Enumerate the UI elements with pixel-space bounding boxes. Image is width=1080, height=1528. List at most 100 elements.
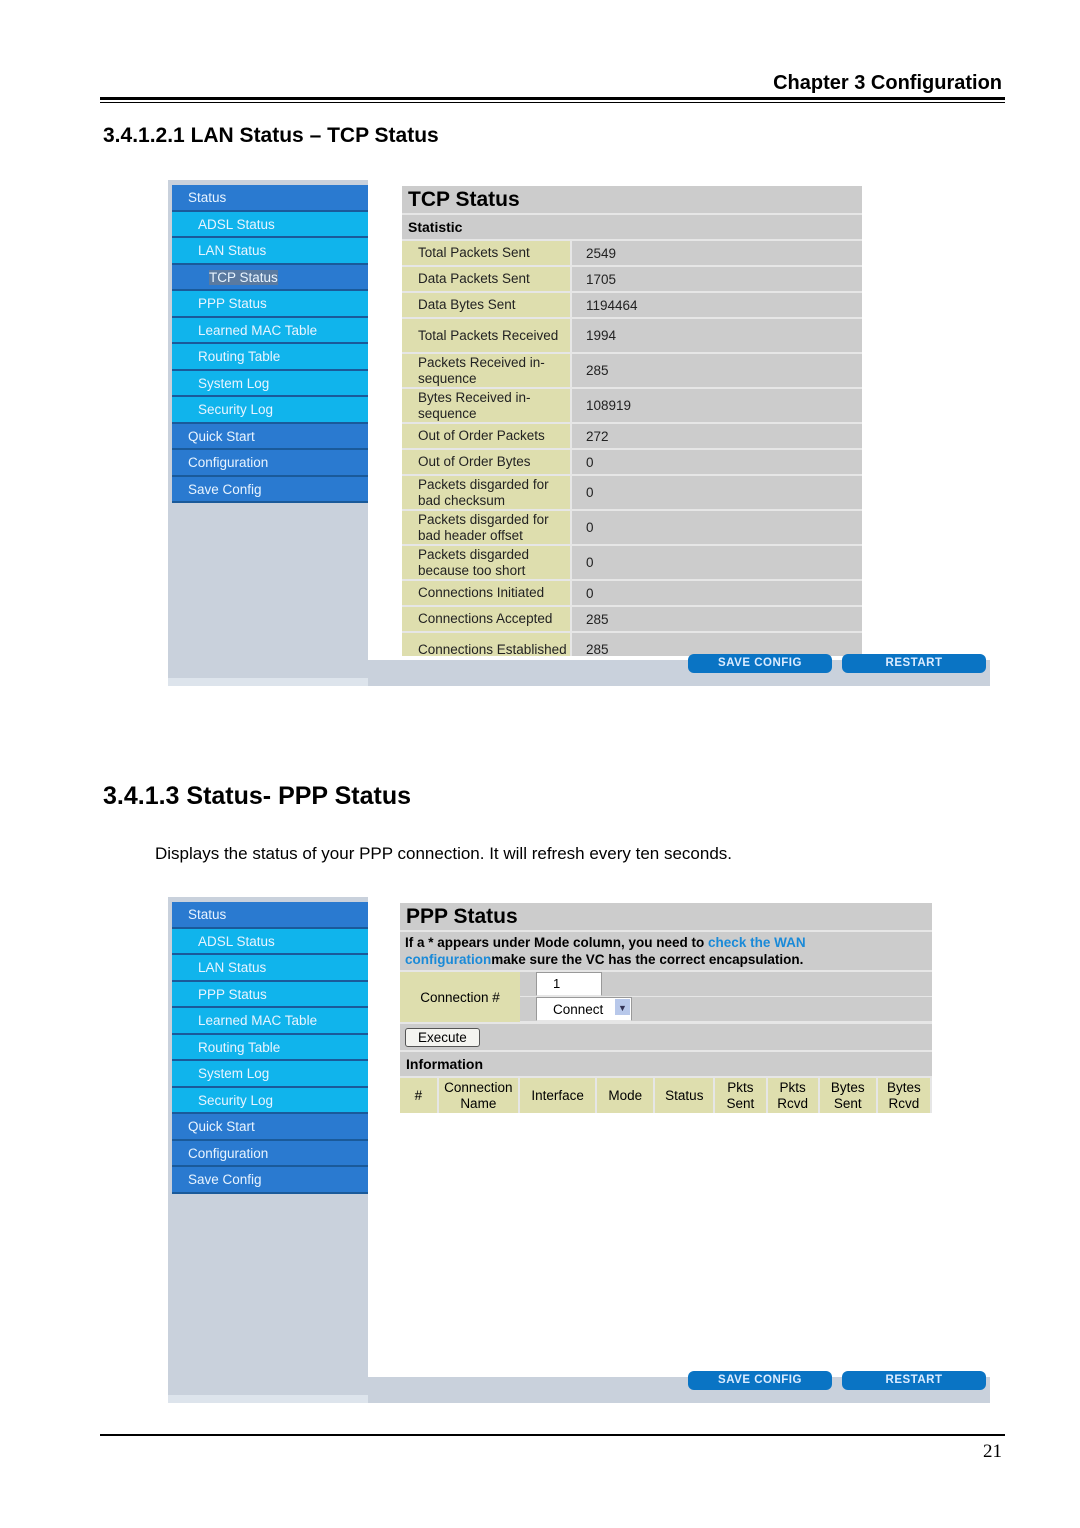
footer-rule <box>100 1434 1005 1436</box>
document-page: Chapter 3 Configuration 3.4.1.2.1 LAN St… <box>0 0 1080 1528</box>
stat-row: Data Packets Sent 1705 <box>402 267 862 293</box>
header-rule <box>100 97 1005 100</box>
save-config-button[interactable]: SAVE CONFIG <box>688 654 832 673</box>
stat-row: Data Bytes Sent 1194464 <box>402 293 862 319</box>
sidebar-item-label: Quick Start <box>188 428 255 444</box>
sidebar-item-label: LAN Status <box>198 960 267 975</box>
stat-label: Total Packets Sent <box>402 241 572 265</box>
stat-label: Connections Established <box>402 633 572 656</box>
sidebar-item-label: ADSL Status <box>198 216 275 232</box>
sidebar-item-security-log[interactable]: Security Log <box>172 397 368 424</box>
sidebar-item-label: Quick Start <box>188 1119 255 1134</box>
sidebar-item-ppp-status[interactable]: PPP Status <box>172 291 368 318</box>
sidebar-item-status[interactable]: Status <box>172 902 368 929</box>
information-table-header: # Connection Name Interface Mode Status Pkts … <box>400 1078 932 1113</box>
sidebar-item-save-config[interactable]: Save Config <box>172 1167 368 1194</box>
connection-number-input[interactable]: 1 <box>536 972 602 996</box>
section-title-tcp: 3.4.1.2.1 LAN Status – TCP Status <box>103 124 439 147</box>
sidebar-item-configuration[interactable]: Configuration <box>172 1140 368 1167</box>
restart-button[interactable]: RESTART <box>842 1371 986 1390</box>
column-header: Connection Name <box>439 1078 520 1113</box>
save-config-button[interactable]: SAVE CONFIG <box>688 1371 832 1390</box>
sidebar-item-adsl-status[interactable]: ADSL Status <box>172 211 368 238</box>
column-header: Pkts Sent <box>715 1078 768 1113</box>
stat-label: Out of Order Packets <box>402 424 572 448</box>
sidebar-item-tcp-status[interactable]: TCP Status <box>172 264 368 291</box>
execute-button[interactable]: Execute <box>405 1027 480 1047</box>
stat-row: Out of Order Bytes 0 <box>402 450 862 476</box>
stat-row: Connections Initiated 0 <box>402 581 862 607</box>
stat-value: 0 <box>586 454 594 470</box>
sidebar-item-lan-status[interactable]: LAN Status <box>172 238 368 265</box>
stat-row: Total Packets Sent 2549 <box>402 241 862 267</box>
statistic-heading: Statistic <box>402 215 862 241</box>
connection-row: Connection # 1 Connect ▼ <box>400 972 932 1024</box>
sidebar-item-label: LAN Status <box>198 243 267 258</box>
stat-row: Connections Established 285 <box>402 633 862 656</box>
sidebar-item-adsl-status[interactable]: ADSL Status <box>172 928 368 955</box>
sidebar-item-save-config[interactable]: Save Config <box>172 476 368 503</box>
sidebar-item-label: Status <box>188 190 227 205</box>
sidebar-item-learned-mac-table[interactable]: Learned MAC Table <box>172 317 368 344</box>
chapter-header: Chapter 3 Configuration <box>773 72 1002 94</box>
sidebar-item-label: Routing Table <box>198 349 281 364</box>
information-heading: Information <box>400 1052 932 1078</box>
stat-value: 1194464 <box>586 297 638 313</box>
stat-label: Packets Received in-sequence <box>402 354 572 387</box>
sidebar-item-learned-mac-table[interactable]: Learned MAC Table <box>172 1008 368 1035</box>
sidebar-item-quick-start[interactable]: Quick Start <box>172 423 368 450</box>
sidebar-item-label: Learned MAC Table <box>198 1013 318 1028</box>
sidebar: Status ADSL Status LAN Status PPP Status Lea… <box>168 897 368 1403</box>
chevron-down-icon[interactable]: ▼ <box>615 999 630 1015</box>
sidebar-item-system-log[interactable]: System Log <box>172 370 368 397</box>
sidebar-item-label: Security Log <box>198 402 274 417</box>
stat-row: Packets Received in-sequence 285 <box>402 354 862 389</box>
sidebar-item-lan-status[interactable]: LAN Status <box>172 955 368 982</box>
stat-value: 0 <box>586 520 594 535</box>
horizontal-scrollbar[interactable] <box>168 1395 368 1403</box>
sidebar-nav: Status ADSL Status LAN Status PPP Status Lea… <box>172 902 368 1194</box>
column-header: # <box>400 1078 439 1113</box>
sidebar-item-security-log[interactable]: Security Log <box>172 1087 368 1114</box>
horizontal-scrollbar[interactable] <box>168 678 368 686</box>
sidebar-item-configuration[interactable]: Configuration <box>172 450 368 477</box>
action-bar: SAVE CONFIG RESTART <box>368 654 990 686</box>
note-text-end: make sure the VC has the correct encapsu… <box>491 952 804 967</box>
sidebar-item-label: ADSL Status <box>198 933 275 949</box>
column-header: Bytes Sent <box>820 1078 878 1113</box>
stat-label: Data Bytes Sent <box>402 293 572 317</box>
sidebar-item-label: System Log <box>198 375 270 391</box>
tcp-status-screenshot: Status ADSL Status LAN Status TCP Status PPP… <box>168 180 990 686</box>
ppp-status-screenshot: Status ADSL Status LAN Status PPP Status Lea… <box>168 897 990 1403</box>
sidebar-item-ppp-status[interactable]: PPP Status <box>172 981 368 1008</box>
stat-row: Packets disgarded because too short 0 <box>402 546 862 581</box>
stat-row: Bytes Received in-sequence 108919 <box>402 389 862 424</box>
stat-label: Packets disgarded because too short <box>402 546 572 579</box>
column-header: Bytes Rcvd <box>878 1078 932 1113</box>
stat-label: Bytes Received in-sequence <box>402 389 572 422</box>
restart-button[interactable]: RESTART <box>842 654 986 673</box>
sidebar-item-routing-table[interactable]: Routing Table <box>172 344 368 371</box>
action-select-value: Connect <box>553 1001 604 1017</box>
sidebar-item-quick-start[interactable]: Quick Start <box>172 1114 368 1141</box>
stat-value: 285 <box>586 611 609 627</box>
stat-label: Out of Order Bytes <box>402 450 572 474</box>
header-rule-thin <box>100 102 1005 103</box>
stat-row: Packets disgarded for bad checksum 0 <box>402 476 862 511</box>
stat-label: Connections Accepted <box>402 607 572 631</box>
stat-value: 2549 <box>586 245 617 261</box>
stat-row: Connections Accepted 285 <box>402 607 862 633</box>
action-select[interactable]: Connect ▼ <box>536 997 632 1021</box>
panel-title: PPP Status <box>400 903 932 932</box>
sidebar-item-label: Save Config <box>188 1172 262 1187</box>
sidebar-item-label: Save Config <box>188 481 262 497</box>
sidebar-item-system-log[interactable]: System Log <box>172 1061 368 1088</box>
tcp-status-panel: TCP Status Statistic Total Packets Sent 2… <box>402 186 862 656</box>
note-text: If a * appears under Mode column, you ne… <box>405 935 709 950</box>
section-description: Displays the status of your PPP connecti… <box>155 844 733 863</box>
sidebar-item-routing-table[interactable]: Routing Table <box>172 1034 368 1061</box>
sidebar-item-status[interactable]: Status <box>172 185 368 212</box>
sidebar-item-label: TCP Status <box>209 269 278 285</box>
stat-row: Out of Order Packets 272 <box>402 424 862 450</box>
sidebar: Status ADSL Status LAN Status TCP Status PPP… <box>168 180 368 686</box>
